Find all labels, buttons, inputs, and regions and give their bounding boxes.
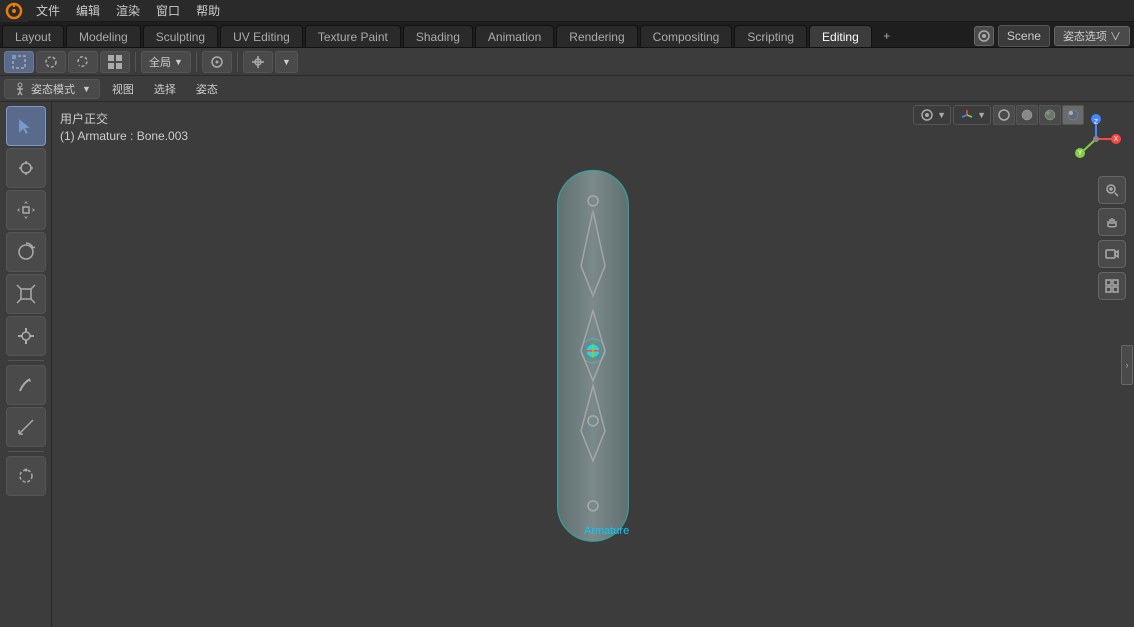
tool-transform[interactable] (6, 316, 46, 356)
main-area: 用户正交 (1) Armature : Bone.003 (0, 102, 1134, 627)
right-panel-toggle[interactable]: › (1120, 102, 1134, 627)
main-menu: 文件 编辑 渲染 窗口 帮助 (28, 0, 228, 21)
select-box-btn[interactable] (4, 51, 34, 73)
svg-text:Y: Y (1078, 150, 1083, 157)
viewport[interactable]: 用户正交 (1) Armature : Bone.003 (52, 102, 1134, 627)
mode-bar: 姿态模式 ▼ 视图 选择 姿态 (0, 76, 1134, 102)
tab-rendering[interactable]: Rendering (556, 25, 637, 47)
wireframe-shade-btn[interactable] (993, 105, 1015, 125)
menu-help[interactable]: 帮助 (188, 0, 228, 21)
overlay-dropdown-btn[interactable]: ▼ (937, 110, 946, 120)
gizmo-toggle-btn[interactable] (958, 106, 976, 124)
rendered-shade-btn[interactable] (1062, 105, 1084, 125)
menu-edit[interactable]: 编辑 (68, 0, 108, 21)
tab-sculpting[interactable]: Sculpting (143, 25, 218, 47)
left-separator-2 (8, 451, 44, 452)
tool-rotate[interactable] (6, 232, 46, 272)
armature-object (553, 165, 633, 548)
blender-logo[interactable] (0, 0, 28, 22)
left-toolbar (0, 102, 52, 627)
toolbar-row: 全局 ▼ ▼ (0, 48, 1134, 76)
all-btn[interactable] (100, 51, 130, 73)
gizmo-toggle-group: ▼ (953, 105, 991, 125)
tool-annotate[interactable] (6, 365, 46, 405)
viewport-overlay-group: ▼ (913, 105, 951, 125)
material-shade-btn[interactable] (1039, 105, 1061, 125)
viewport-top-controls: ▼ ▼ (909, 102, 1088, 128)
shading-buttons (993, 105, 1084, 125)
view-menu[interactable]: 视图 (104, 79, 142, 99)
tool-select[interactable] (6, 106, 46, 146)
separator-2 (196, 52, 197, 72)
solid-shade-btn[interactable] (1016, 105, 1038, 125)
user-ortho-label: 用户正交 (60, 110, 188, 127)
tool-measure[interactable] (6, 407, 46, 447)
tab-layout[interactable]: Layout (2, 25, 64, 47)
tab-uv-editing[interactable]: UV Editing (220, 25, 303, 47)
top-menu-bar: 文件 编辑 渲染 窗口 帮助 (0, 0, 1134, 22)
left-separator-1 (8, 360, 44, 361)
select-circle-btn[interactable] (36, 51, 66, 73)
scene-selector[interactable]: Scene (998, 25, 1050, 47)
separator-3 (237, 52, 238, 72)
menu-file[interactable]: 文件 (28, 0, 68, 21)
add-workspace-button[interactable]: + (876, 25, 898, 47)
tool-scale[interactable] (6, 274, 46, 314)
tab-modeling[interactable]: Modeling (66, 25, 141, 47)
pose-mode-selector[interactable]: 姿态模式 ▼ (4, 79, 100, 99)
select-menu[interactable]: 选择 (146, 79, 184, 99)
svg-text:Z: Z (1094, 119, 1099, 126)
menu-window[interactable]: 窗口 (148, 0, 188, 21)
object-info-label: (1) Armature : Bone.003 (60, 129, 188, 143)
select-lasso-btn[interactable] (68, 51, 98, 73)
tool-move[interactable] (6, 190, 46, 230)
tab-scripting[interactable]: Scripting (734, 25, 807, 47)
separator-1 (135, 52, 136, 72)
snap-btn[interactable] (243, 51, 273, 73)
menu-render[interactable]: 渲染 (108, 0, 148, 21)
snap-options-btn[interactable]: ▼ (275, 51, 298, 73)
tab-compositing[interactable]: Compositing (640, 25, 733, 47)
workspace-right: Scene 姿态选项 ∨ (974, 25, 1134, 47)
tool-cursor[interactable] (6, 148, 46, 188)
tab-animation[interactable]: Animation (475, 25, 554, 47)
svg-text:X: X (1114, 136, 1119, 143)
tab-texture-paint[interactable]: Texture Paint (305, 25, 401, 47)
proportional-editing-btn[interactable] (202, 51, 232, 73)
tab-editing[interactable]: Editing (809, 25, 872, 47)
panel-collapse-btn[interactable]: › (1121, 345, 1133, 385)
gizmo-dropdown-btn[interactable]: ▼ (977, 110, 986, 120)
properties-options-btn[interactable]: 姿态选项 ∨ (1054, 26, 1130, 46)
scene-options-btn[interactable] (974, 26, 994, 46)
workspace-tabs: Layout Modeling Sculpting UV Editing Tex… (0, 22, 1134, 48)
overlay-toggle-btn[interactable] (918, 106, 936, 124)
viewport-info: 用户正交 (1) Armature : Bone.003 (60, 110, 188, 145)
pose-menu[interactable]: 姿态 (188, 79, 226, 99)
transform-orientation[interactable]: 全局 ▼ (141, 51, 191, 73)
tool-bone-roll[interactable] (6, 456, 46, 496)
tab-shading[interactable]: Shading (403, 25, 473, 47)
